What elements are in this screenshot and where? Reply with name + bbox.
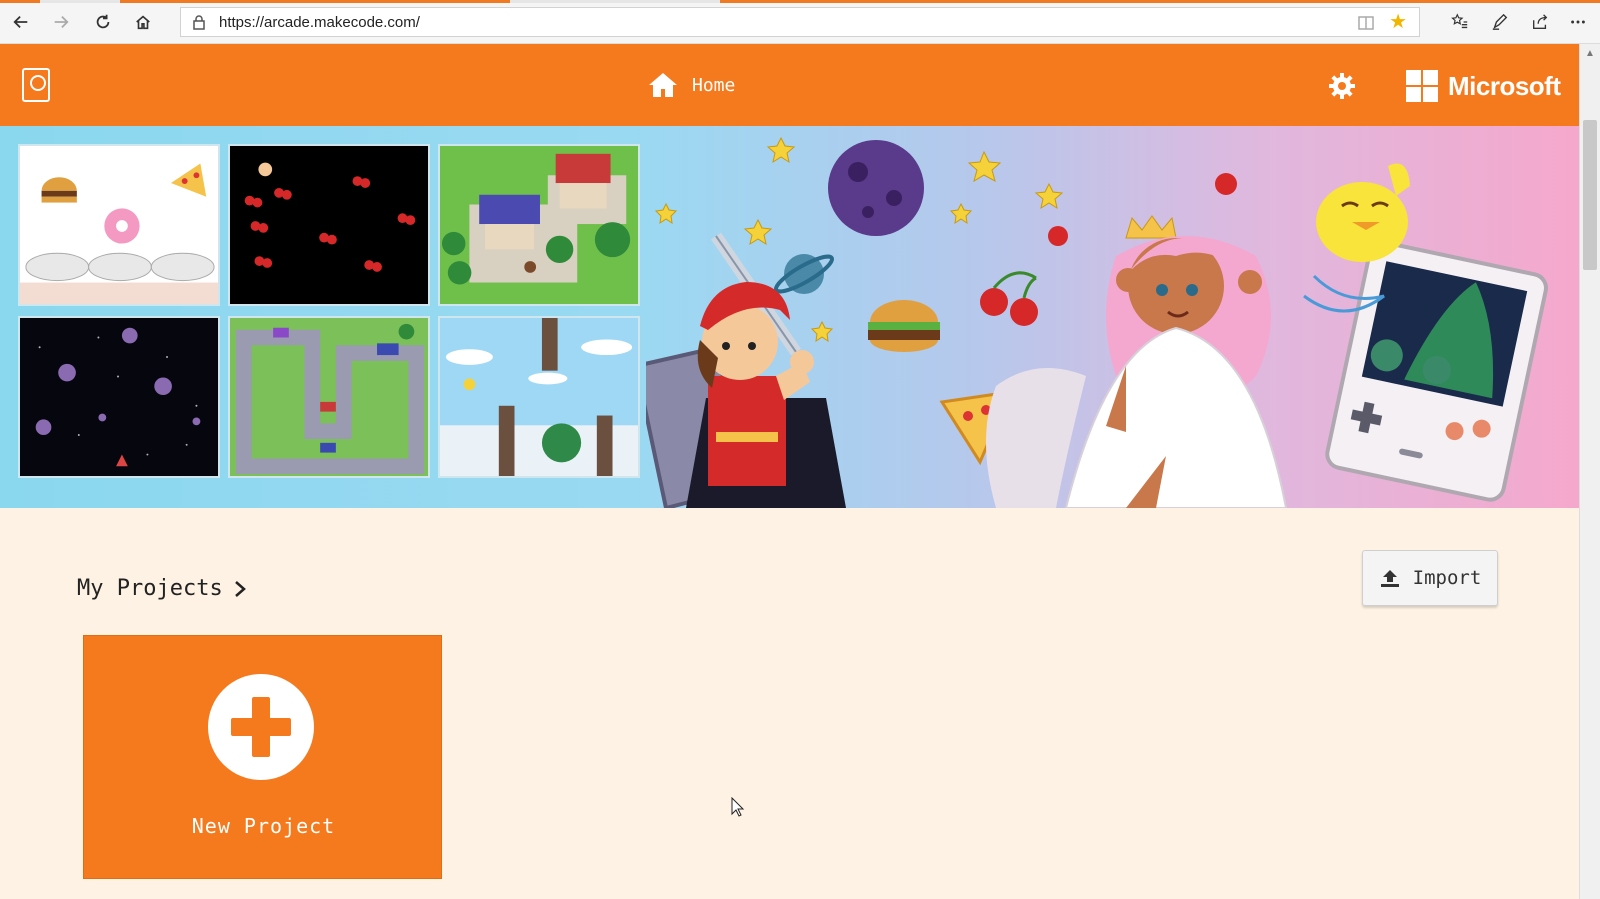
scroll-up-arrow-icon[interactable]: ▲ xyxy=(1584,48,1596,60)
house-icon xyxy=(136,15,150,30)
url-text: https://arcade.makecode.com/ xyxy=(219,14,420,31)
browser-toolbar: https://arcade.makecode.com/ ★ xyxy=(0,0,1600,44)
microsoft-label: Microsoft xyxy=(1448,70,1561,101)
back-arrow-icon xyxy=(13,15,28,29)
refresh-button[interactable] xyxy=(90,9,116,35)
home-label: Home xyxy=(692,74,736,96)
tab-strip-line xyxy=(0,0,1600,3)
upload-icon xyxy=(1380,570,1399,587)
favorites-list-icon xyxy=(1451,13,1468,29)
mouse-pointer-icon xyxy=(731,797,745,817)
lock-icon xyxy=(193,15,205,30)
plus-circle-icon xyxy=(208,674,314,780)
arcade-characters-illustration xyxy=(646,136,1548,508)
new-project-label: New Project xyxy=(191,814,336,838)
flappy-game-thumbnail[interactable] xyxy=(438,316,640,478)
microsoft-brand-link[interactable]: Microsoft xyxy=(1406,70,1561,102)
favorite-star-icon[interactable]: ★ xyxy=(1389,12,1407,32)
pen-icon xyxy=(1492,13,1508,30)
home-browser-button[interactable] xyxy=(130,9,156,35)
share-button[interactable] xyxy=(1528,10,1552,34)
hero-banner xyxy=(0,126,1579,508)
my-projects-label: My Projects xyxy=(77,576,223,601)
arcade-logo-icon[interactable] xyxy=(22,68,50,102)
ellipsis-icon xyxy=(1571,20,1585,24)
notes-button[interactable] xyxy=(1488,10,1512,34)
makecode-header: Home Microsoft xyxy=(0,44,1579,126)
village-game-thumbnail[interactable] xyxy=(438,144,640,306)
food-game-thumbnail[interactable] xyxy=(18,144,220,306)
forward-button[interactable] xyxy=(48,9,74,35)
forward-arrow-icon xyxy=(54,15,69,29)
racing-game-thumbnail[interactable] xyxy=(228,316,430,478)
favorites-hub-button[interactable] xyxy=(1448,10,1472,34)
asteroids-game-thumbnail[interactable] xyxy=(18,316,220,478)
home-nav-link[interactable]: Home xyxy=(648,70,735,100)
address-bar[interactable]: https://arcade.makecode.com/ ★ xyxy=(180,7,1420,37)
cherries-game-thumbnail[interactable] xyxy=(228,144,430,306)
chevron-right-icon xyxy=(234,580,246,597)
scroll-thumb[interactable] xyxy=(1583,120,1597,270)
back-button[interactable] xyxy=(8,9,34,35)
reading-view-icon[interactable] xyxy=(1357,14,1375,32)
home-icon xyxy=(649,73,677,97)
refresh-icon xyxy=(96,14,110,29)
my-projects-heading[interactable]: My Projects xyxy=(77,576,247,601)
import-button[interactable]: Import xyxy=(1362,550,1498,606)
import-label: Import xyxy=(1412,567,1482,589)
microsoft-logo-icon xyxy=(1406,70,1438,102)
share-icon xyxy=(1533,14,1548,29)
more-menu-button[interactable] xyxy=(1566,10,1590,34)
settings-gear-icon[interactable] xyxy=(1328,72,1356,100)
new-project-card[interactable]: New Project xyxy=(83,635,442,879)
page-scrollbar[interactable]: ▲ xyxy=(1579,44,1600,899)
